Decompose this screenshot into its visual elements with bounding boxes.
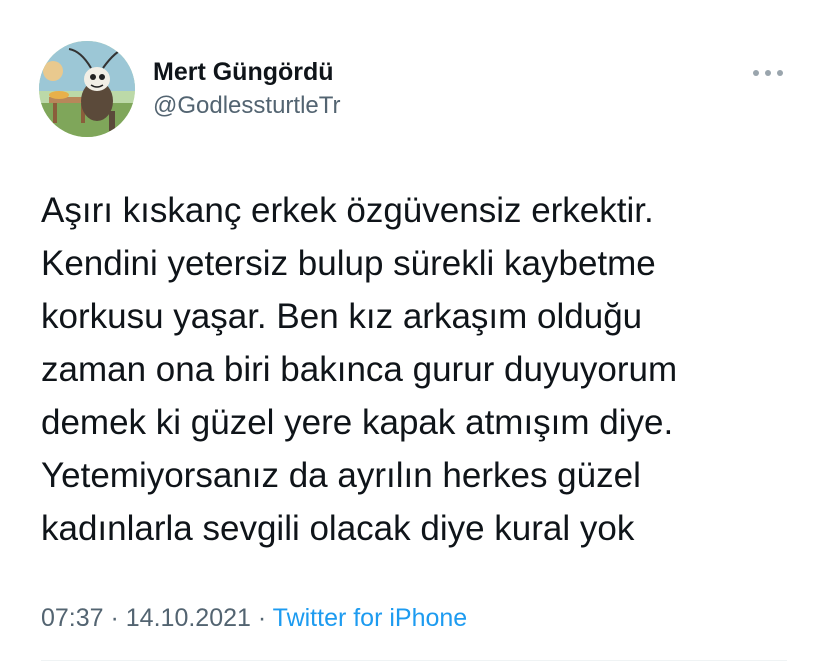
author-name[interactable]: Mert Güngördü [153,58,334,87]
more-options-icon [753,70,783,76]
divider [41,660,787,661]
tweet-meta: 07:37 · 14.10.2021 · Twitter for iPhone [41,604,467,633]
avatar[interactable] [39,41,135,137]
cartoon-character-avatar-icon [39,41,135,137]
tweet-source-link[interactable]: Twitter for iPhone [273,604,468,632]
more-options-button[interactable] [746,58,790,88]
author-handle[interactable]: @GodlessturtleTr [153,92,341,120]
tweet-text: Aşırı kıskanç erkek özgüvensiz erkektir.… [41,191,678,548]
tweet-date[interactable]: 14.10.2021 [126,604,251,632]
tweet-card: Mert Güngördü @GodlessturtleTr Aşırı kıs… [0,0,828,667]
meta-separator: · [250,604,273,632]
meta-separator: · [103,604,126,632]
tweet-time[interactable]: 07:37 [41,604,104,632]
